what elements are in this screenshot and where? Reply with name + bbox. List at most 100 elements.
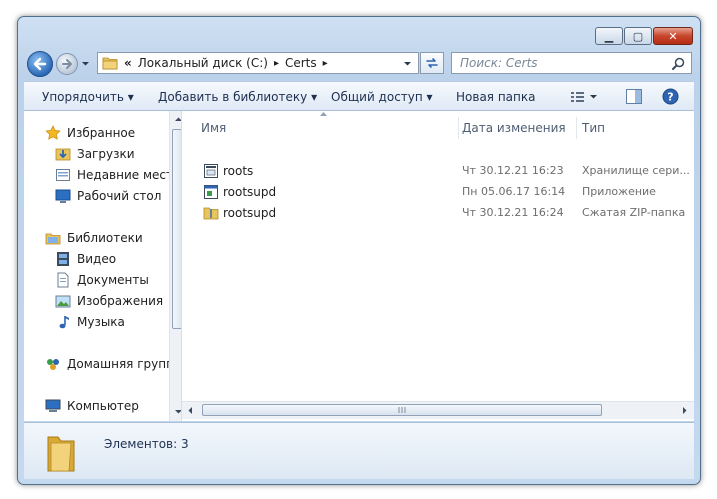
preview-pane-icon[interactable]: [626, 89, 642, 104]
navigation-scrollbar[interactable]: [169, 111, 182, 421]
horizontal-scrollbar[interactable]: [182, 401, 694, 419]
scrollbar-thumb[interactable]: [202, 404, 602, 416]
zip-folder-icon: [203, 207, 219, 220]
column-header-date[interactable]: Дата изменения: [462, 121, 566, 135]
refresh-icon: [426, 58, 438, 68]
svg-text:?: ?: [667, 91, 673, 104]
add-to-library-label: Добавить в библиотеку: [158, 90, 308, 104]
back-button[interactable]: [27, 51, 53, 77]
nav-libraries-label: Библиотеки: [67, 231, 143, 245]
scroll-left-icon[interactable]: [186, 406, 195, 415]
organize-button[interactable]: Упорядочить ▾: [42, 90, 134, 104]
file-date: Чт 30.12.21 16:24: [462, 206, 564, 219]
arrow-left-icon: [33, 57, 47, 71]
navigation-pane: Избранное Загрузки Недавние места Рабочи…: [24, 111, 182, 421]
nav-recent-places-label: Недавние места: [77, 168, 181, 182]
scrollbar-thumb[interactable]: [172, 129, 181, 329]
file-row-rootsupd-zip[interactable]: rootsupd Чт 30.12.21 16:24 Сжатая ZIP-па…: [182, 203, 694, 224]
nav-documents-label: Документы: [77, 273, 149, 287]
view-options-icon[interactable]: [570, 90, 598, 104]
folder-icon: [102, 57, 118, 70]
close-button[interactable]: ✕: [653, 27, 693, 45]
breadcrumb-local-disk[interactable]: Локальный диск (C:): [138, 56, 268, 70]
music-icon: [59, 316, 69, 329]
homegroup-icon: [47, 359, 59, 370]
scroll-right-icon[interactable]: [680, 406, 689, 415]
address-dropdown-icon[interactable]: [403, 59, 412, 68]
nav-favorites[interactable]: Избранное: [45, 125, 135, 141]
file-date: Пн 05.06.17 16:14: [462, 185, 566, 198]
documents-icon: [57, 272, 69, 288]
breadcrumb-certs[interactable]: Certs: [285, 56, 317, 70]
desktop-icon: [55, 189, 71, 203]
file-date: Чт 30.12.21 16:23: [462, 164, 564, 177]
help-icon[interactable]: ?: [662, 88, 679, 105]
file-type: Приложение: [582, 185, 656, 198]
details-pane: Элементов: 3: [24, 422, 694, 479]
scroll-up-icon[interactable]: [174, 115, 182, 124]
explorer-window: ▁ ▢ ✕ « Локальный диск (C:) ▸ Certs ▸ По…: [17, 16, 701, 485]
nav-homegroup[interactable]: Домашняя группа: [45, 356, 181, 372]
scroll-down-icon[interactable]: [174, 407, 182, 416]
share-button[interactable]: Общий доступ ▾: [331, 90, 433, 104]
search-icon[interactable]: [672, 57, 685, 70]
search-placeholder: Поиск: Certs: [460, 56, 538, 70]
nav-desktop-label: Рабочий стол: [77, 189, 162, 203]
nav-favorites-label: Избранное: [67, 126, 136, 140]
address-bar[interactable]: « Локальный диск (C:) ▸ Certs ▸: [97, 52, 419, 74]
recent-places-icon: [56, 169, 70, 181]
nav-computer[interactable]: Компьютер: [45, 398, 139, 414]
file-list: Имя Дата изменения Тип roots Чт 30.12.21…: [182, 111, 694, 421]
images-icon: [55, 295, 71, 308]
file-type: Сжатая ZIP-папка: [582, 206, 686, 219]
nav-music[interactable]: Музыка: [55, 314, 125, 330]
sort-ascending-icon: [320, 112, 327, 116]
star-icon: [45, 125, 61, 140]
file-name: rootsupd: [223, 185, 277, 199]
nav-recent-places[interactable]: Недавние места: [55, 167, 180, 183]
nav-downloads[interactable]: Загрузки: [55, 146, 135, 162]
nav-libraries[interactable]: Библиотеки: [45, 230, 143, 246]
nav-video[interactable]: Видео: [55, 251, 116, 267]
file-name: rootsupd: [223, 206, 277, 220]
breadcrumb-separator[interactable]: ▸: [323, 58, 328, 69]
nav-images-label: Изображения: [77, 294, 164, 308]
breadcrumb-separator[interactable]: ▸: [274, 58, 279, 69]
grip-icon: [398, 407, 406, 413]
add-to-library-button[interactable]: Добавить в библиотеку ▾: [158, 90, 317, 104]
column-divider[interactable]: [576, 117, 577, 139]
column-header-name[interactable]: Имя: [201, 121, 226, 135]
file-row-roots[interactable]: roots Чт 30.12.21 16:23 Хранилище сери..…: [182, 161, 694, 182]
nav-music-label: Музыка: [77, 315, 125, 329]
nav-homegroup-label: Домашняя группа: [67, 357, 182, 371]
maximize-button[interactable]: ▢: [624, 27, 652, 45]
file-name: roots: [223, 164, 254, 178]
command-bar: Упорядочить ▾ Добавить в библиотеку ▾ Об…: [24, 81, 694, 111]
nav-video-label: Видео: [77, 252, 117, 266]
video-icon: [57, 252, 69, 266]
nav-images[interactable]: Изображения: [55, 293, 163, 309]
folder-large-icon: [47, 436, 75, 472]
file-type: Хранилище сери...: [582, 164, 690, 177]
recent-pages-chevron-icon[interactable]: [81, 59, 90, 68]
nav-desktop[interactable]: Рабочий стол: [55, 188, 161, 204]
minimize-button[interactable]: ▁: [595, 27, 623, 45]
nav-documents[interactable]: Документы: [55, 272, 149, 288]
application-icon: [204, 185, 218, 199]
share-label: Общий доступ: [331, 90, 423, 104]
search-box[interactable]: Поиск: Certs: [451, 52, 692, 74]
forward-button[interactable]: [56, 53, 78, 75]
breadcrumb-overflow[interactable]: «: [124, 56, 132, 70]
libraries-icon: [45, 233, 61, 245]
computer-icon: [45, 399, 61, 412]
column-header-type[interactable]: Тип: [582, 121, 605, 135]
column-divider[interactable]: [458, 117, 459, 139]
nav-downloads-label: Загрузки: [77, 147, 135, 161]
certificate-store-icon: [204, 164, 218, 178]
new-folder-button[interactable]: Новая папка: [456, 90, 535, 104]
nav-computer-label: Компьютер: [67, 399, 139, 413]
downloads-folder-icon: [55, 148, 71, 161]
organize-label: Упорядочить: [42, 90, 124, 104]
file-row-rootsupd-exe[interactable]: rootsupd Пн 05.06.17 16:14 Приложение: [182, 182, 694, 203]
refresh-button[interactable]: [420, 52, 444, 74]
